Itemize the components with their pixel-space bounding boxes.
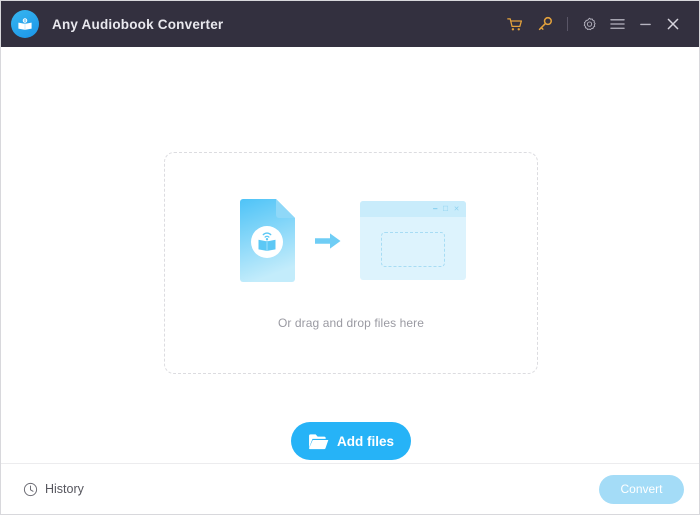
target-window-maximize-icon: ☐ (442, 205, 449, 213)
arrow-right-icon (313, 229, 343, 253)
titlebar-actions (500, 9, 687, 39)
app-title: Any Audiobook Converter (52, 16, 224, 32)
minimize-icon[interactable] (631, 9, 659, 39)
dropzone-hint-text: Or drag and drop files here (277, 316, 425, 330)
key-icon[interactable] (530, 9, 560, 39)
titlebar-divider (567, 17, 568, 31)
convert-label: Convert (620, 482, 663, 496)
folder-open-icon (308, 433, 329, 450)
target-window-minimize-icon: ━ (433, 205, 438, 213)
target-window-dropbox (380, 232, 445, 267)
cart-icon[interactable] (500, 9, 530, 39)
target-window-titlebar: ━ ☐ ✕ (359, 201, 466, 217)
main-content: ━ ☐ ✕ Or drag and drop files here Add fi… (1, 47, 699, 463)
title-bar[interactable]: Any Audiobook Converter (1, 1, 699, 47)
file-dropzone[interactable]: ━ ☐ ✕ Or drag and drop files here (164, 152, 538, 374)
target-window-icon: ━ ☐ ✕ (359, 201, 466, 280)
target-window-close-icon: ✕ (453, 205, 460, 213)
convert-button[interactable]: Convert (599, 474, 684, 504)
close-icon[interactable] (659, 9, 687, 39)
audiobook-logo-icon (11, 10, 39, 38)
add-files-label: Add files (336, 433, 394, 449)
hamburger-menu-icon[interactable] (603, 9, 631, 39)
clock-icon (23, 482, 38, 497)
gear-icon[interactable] (575, 9, 603, 39)
audiobook-file-icon (237, 198, 296, 283)
history-label: History (45, 482, 84, 496)
add-files-button[interactable]: Add files (291, 422, 411, 460)
bottom-bar: History Convert (1, 463, 699, 514)
history-button[interactable]: History (23, 482, 84, 497)
app-window: Any Audiobook Converter ━ ☐ ✕ Or drag an… (0, 0, 700, 515)
dropzone-illustration: ━ ☐ ✕ (237, 198, 466, 283)
